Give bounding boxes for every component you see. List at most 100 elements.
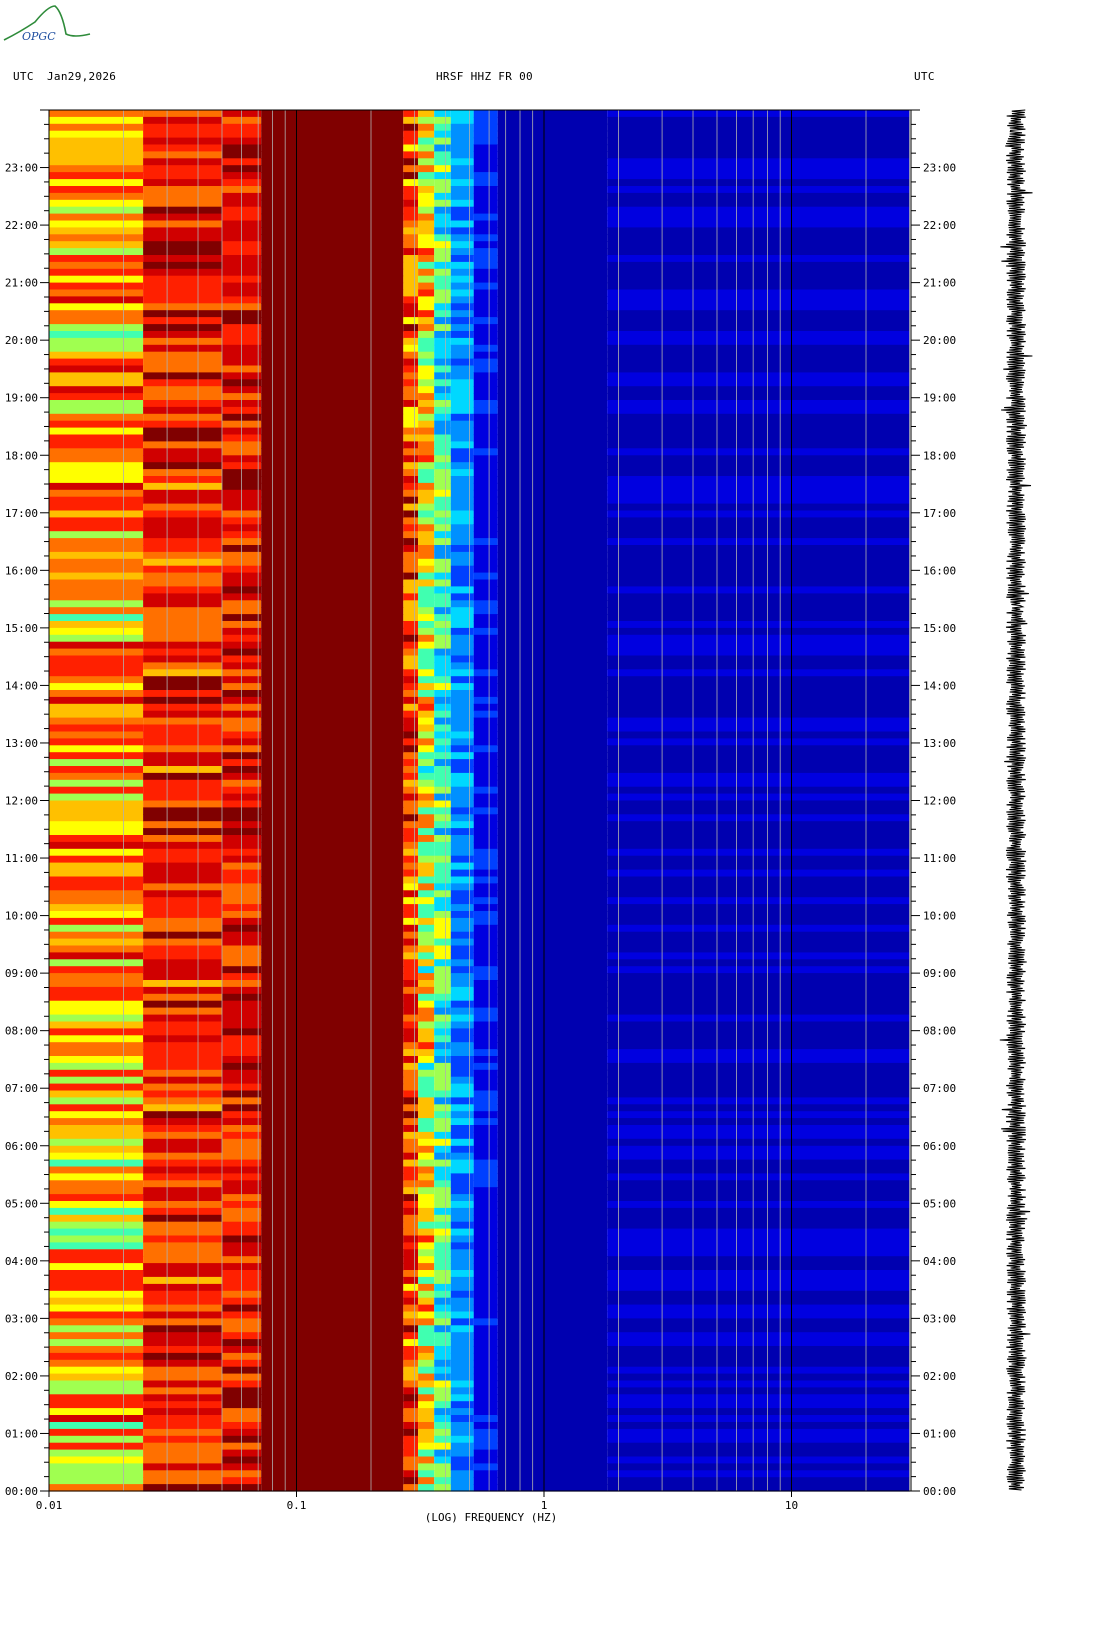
spectrogram-cell (49, 1007, 144, 1016)
spectrogram-cell (450, 690, 474, 698)
spectrogram-cell (607, 379, 910, 387)
spectrogram-cell (497, 641, 608, 650)
spectrogram-cell (473, 1159, 498, 1168)
spectrogram-cell (473, 669, 498, 677)
spectrogram-cell (450, 897, 474, 905)
spectrogram-cell (434, 137, 451, 146)
spectrogram-cell (403, 1477, 419, 1485)
spectrogram-cell (434, 1456, 451, 1464)
spectrogram-cell (607, 731, 910, 739)
spectrogram-cell (434, 710, 451, 719)
spectrogram-cell (497, 600, 608, 608)
spectrogram-cell (261, 696, 404, 705)
spectrogram-cell (473, 690, 498, 698)
spectrogram-cell (434, 993, 451, 1002)
spectrogram-cell (497, 959, 608, 967)
spectrogram-cell (143, 116, 222, 125)
spectrogram-cell (418, 1214, 435, 1223)
spectrogram-cell (49, 413, 144, 422)
spectrogram-cell (607, 1242, 910, 1250)
spectrogram-cell (434, 545, 451, 553)
spectrogram-cell (49, 255, 144, 263)
spectrogram-cell (418, 1076, 435, 1085)
spectrogram-cell (473, 683, 498, 691)
spectrogram-cell (418, 1131, 435, 1140)
spectrogram-cell (418, 227, 435, 235)
spectrogram-cell (434, 1138, 451, 1147)
spectrogram-cell (143, 1304, 222, 1313)
spectrogram-cell (418, 1028, 435, 1036)
spectrogram-cell (450, 1290, 474, 1299)
spectrogram-cell (143, 1049, 222, 1057)
spectrogram-cell (607, 144, 910, 152)
spectrogram-cell (450, 282, 474, 291)
spectrogram-cell (49, 1428, 144, 1437)
spectrogram-cell (450, 1276, 474, 1285)
spectrogram-cell (434, 662, 451, 670)
spectrogram-cell (450, 1145, 474, 1154)
spectrogram-cell (261, 869, 404, 878)
spectrogram-cell (261, 317, 404, 325)
spectrogram-cell (418, 565, 435, 574)
spectrogram-cell (497, 268, 608, 277)
spectrogram-cell (450, 144, 474, 152)
spectrogram-cell (450, 586, 474, 594)
spectrogram-cell (607, 1000, 910, 1009)
spectrogram-cell (497, 1339, 608, 1347)
spectrogram-cell (143, 503, 222, 512)
spectrogram-cell (473, 241, 498, 249)
spectrogram-cell (261, 586, 404, 594)
spectrogram-cell (403, 1297, 419, 1306)
spectrogram-cell (434, 255, 451, 263)
spectrogram-cell (403, 255, 419, 263)
spectrogram-cell (607, 192, 910, 201)
spectrogram-cell (497, 1007, 608, 1016)
spectrogram-cell (49, 531, 144, 539)
spectrogram-cell (434, 192, 451, 201)
spectrogram-cell (497, 772, 608, 781)
spectrogram-cell (418, 696, 435, 705)
spectrogram-cell (143, 586, 222, 594)
spectrogram-cell (607, 558, 910, 567)
spectrogram-cell (607, 938, 910, 947)
spectrogram-cell (497, 489, 608, 498)
spectrogram-cell (403, 337, 419, 346)
spectrogram-cell (261, 331, 404, 339)
spectrogram-cell (418, 627, 435, 636)
spectrogram-cell (418, 234, 435, 242)
spectrogram-cell (473, 993, 498, 1002)
spectrogram-cell (450, 980, 474, 988)
spectrogram-cell (403, 848, 419, 857)
spectrogram-cell (418, 448, 435, 456)
spectrogram-cell (450, 517, 474, 525)
spectrogram-cell (143, 137, 222, 146)
spectrogram-cell (49, 296, 144, 304)
spectrogram-cell (403, 1076, 419, 1085)
spectrogram-cell (418, 1221, 435, 1230)
spectrogram-cell (473, 510, 498, 518)
spectrogram-cell (473, 600, 498, 608)
spectrogram-cell (418, 1194, 435, 1202)
spectrogram-cell (434, 1028, 451, 1036)
spectrogram-cell (403, 213, 419, 222)
spectrogram-cell (261, 1152, 404, 1161)
spectrogram-cell (143, 855, 222, 864)
spectrogram-cell (473, 1311, 498, 1319)
spectrogram-cell (403, 324, 419, 332)
spectrogram-cell (607, 261, 910, 270)
spectrogram-cell (418, 123, 435, 132)
spectrogram-cell (261, 1339, 404, 1347)
spectrogram-cell (49, 586, 144, 594)
spectrogram-cell (49, 634, 144, 643)
spectrogram-cell (49, 1173, 144, 1181)
spectrogram-cell (473, 607, 498, 615)
spectrogram-cell (403, 869, 419, 878)
spectrogram-cell (49, 641, 144, 650)
spectrogram-cell (143, 1035, 222, 1043)
spectrogram-cell (261, 1214, 404, 1223)
spectrogram-cell (261, 924, 404, 933)
spectrogram-cell (143, 745, 222, 753)
spectrogram-cell (403, 738, 419, 746)
spectrogram-cell (403, 1221, 419, 1230)
spectrogram-cell (473, 1463, 498, 1471)
